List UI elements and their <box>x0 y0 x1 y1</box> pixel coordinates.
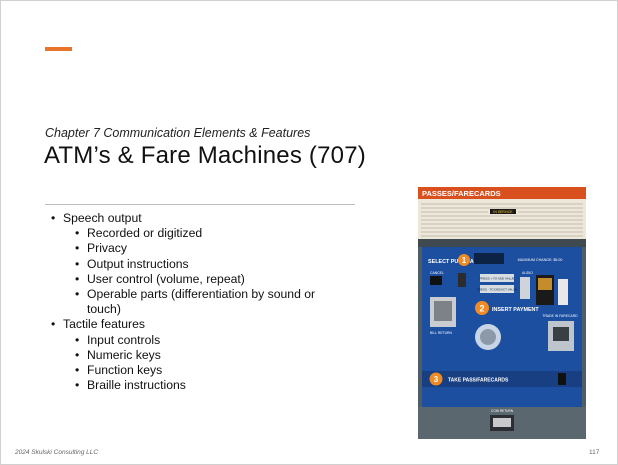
svg-text:2: 2 <box>479 304 484 314</box>
in-service-label: IN SERVICE <box>493 210 513 214</box>
slide: Chapter 7 Communication Elements & Featu… <box>0 0 618 465</box>
sub-bullet-item: Input controls <box>75 333 371 348</box>
machine-header: PASSES/FARECARDS <box>422 189 501 198</box>
bullet-item: Speech output <box>51 211 371 226</box>
press-add-label: PRESS + TO ADD VALUE <box>479 277 514 281</box>
audio-label: AUDIO <box>522 271 533 275</box>
sub-bullet-item: Function keys <box>75 363 371 378</box>
svg-text:3: 3 <box>434 375 439 384</box>
slide-subtitle: Chapter 7 Communication Elements & Featu… <box>45 126 311 140</box>
max-change-label: MAXIMUM CHANGE: $5.00 <box>518 258 563 262</box>
sub-bullet-item: Operable parts (differentiation by sound… <box>75 287 347 317</box>
sub-bullet-item: Output instructions <box>75 257 371 272</box>
footer-copyright: 2024 Skulski Consulting LLC <box>15 449 99 456</box>
bullet-item: Tactile features <box>51 317 371 332</box>
sub-bullet-item: Privacy <box>75 241 371 256</box>
page-number: 117 <box>589 449 600 456</box>
step1-label: SELECT PURCHASE <box>428 259 481 265</box>
sub-bullet-item: Numeric keys <box>75 348 371 363</box>
coin-return-label: COIN RETURN <box>491 409 514 413</box>
fare-machine-photo: PASSES/FARECARDS IN SERVICE SELECT PURCH… <box>418 187 586 439</box>
press-deduct-label: PRESS - TO DEDUCT VALUE <box>477 288 518 292</box>
accent-bar <box>45 47 72 51</box>
slide-title: ATM’s & Fare Machines (707) <box>44 142 366 169</box>
sub-bullet-item: Recorded or digitized <box>75 226 371 241</box>
bill-return-label: BILL RETURN <box>430 331 452 335</box>
cancel-label: CANCEL <box>430 271 444 275</box>
sub-bullet-item: Braille instructions <box>75 378 371 393</box>
trade-in-label: TRADE IN FARECARD <box>542 314 578 318</box>
sub-bullet-item: User control (volume, repeat) <box>75 272 371 287</box>
step3-label: TAKE PASS/FARECARDS <box>448 378 509 384</box>
bullet-list: Speech output Recorded or digitized Priv… <box>51 211 371 394</box>
svg-text:1: 1 <box>462 256 467 265</box>
title-divider <box>45 204 355 205</box>
step2-label: INSERT PAYMENT <box>492 307 539 313</box>
